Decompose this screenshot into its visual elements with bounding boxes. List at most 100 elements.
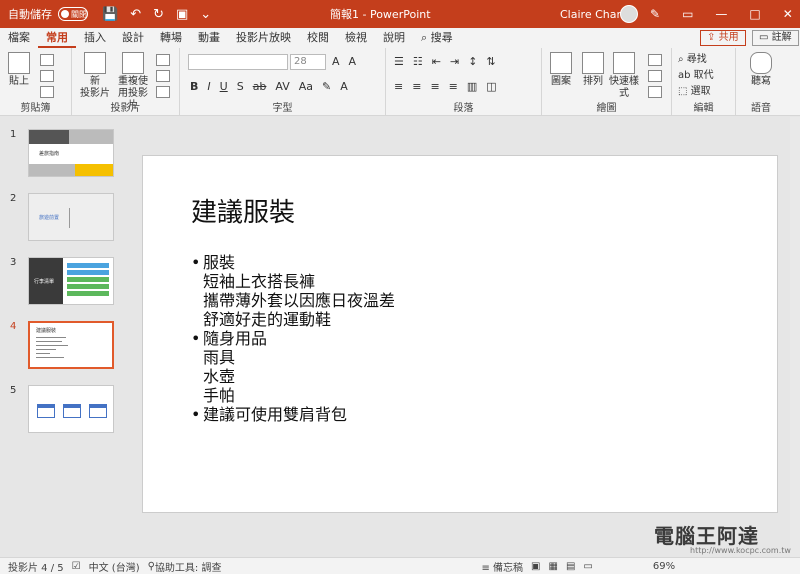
thumb-band-yellow: [75, 164, 113, 176]
highlight-icon[interactable]: ✎: [322, 80, 331, 93]
reset-icon[interactable]: [156, 70, 170, 82]
bullets-icon[interactable]: ☰: [394, 55, 404, 68]
ribbon-display-icon[interactable]: ▭: [682, 7, 693, 21]
shape-outline-icon[interactable]: [648, 70, 662, 82]
accessibility-status[interactable]: 協助工具: 調查: [155, 559, 222, 574]
shrink-font-icon[interactable]: A: [349, 55, 357, 68]
save-icon[interactable]: 💾: [102, 7, 118, 22]
pen-icon[interactable]: ✎: [650, 7, 660, 21]
share-icon: ⇪: [707, 32, 716, 43]
slide-thumbnail-4[interactable]: 建議服裝: [28, 321, 114, 369]
shape-effects-icon[interactable]: [648, 86, 662, 98]
smartart-icon[interactable]: ◫: [486, 80, 496, 93]
format-painter-icon[interactable]: [40, 86, 54, 98]
document-title: 簡報1 - PowerPoint: [330, 8, 431, 21]
spellcheck-icon[interactable]: ☑: [72, 561, 81, 572]
numbering-icon[interactable]: ☷: [413, 55, 423, 68]
close-icon[interactable]: ✕: [783, 7, 793, 21]
tab-slideshow[interactable]: 投影片放映: [228, 28, 299, 48]
font-name-input[interactable]: [188, 54, 288, 70]
slideshow-view-icon[interactable]: ▭: [583, 561, 592, 572]
italic-icon[interactable]: I: [207, 80, 210, 93]
justify-icon[interactable]: ≡: [449, 80, 458, 93]
language-status[interactable]: 中文 (台灣): [89, 559, 140, 574]
autosave-label: 自動儲存: [8, 8, 52, 21]
tab-transitions[interactable]: 轉場: [152, 28, 190, 48]
tab-help[interactable]: 說明: [375, 28, 413, 48]
reading-view-icon[interactable]: ▤: [566, 561, 575, 572]
tab-review[interactable]: 校閱: [299, 28, 337, 48]
increase-indent-icon[interactable]: ⇥: [450, 55, 459, 68]
paste-button[interactable]: 貼上: [6, 52, 32, 88]
zoom-level[interactable]: 69%: [653, 561, 675, 572]
thumb-number: 1: [10, 129, 17, 140]
share-button[interactable]: ⇪ 共用: [700, 30, 746, 46]
find-button[interactable]: ⌕ 尋找: [678, 52, 714, 68]
layout-icon[interactable]: [156, 54, 170, 66]
minimize-icon[interactable]: —: [715, 7, 727, 21]
change-case-icon[interactable]: Aa: [299, 80, 313, 93]
align-right-icon[interactable]: ≡: [430, 80, 439, 93]
vertical-scrollbar[interactable]: [790, 117, 800, 557]
redo-icon[interactable]: ↻: [153, 7, 164, 22]
undo-icon[interactable]: ↶: [130, 7, 141, 22]
slide-thumbnail-1[interactable]: 差旅指南: [28, 129, 114, 177]
dictate-button[interactable]: 聽寫: [746, 52, 776, 88]
tab-home[interactable]: 常用: [38, 28, 76, 48]
align-left-icon[interactable]: ≡: [394, 80, 403, 93]
customize-toolbar-icon[interactable]: ⌄: [200, 7, 211, 22]
ribbon-tabs: 檔案 常用 插入 設計 轉場 動畫 投影片放映 校閱 檢視 說明 ⌕ 搜尋 ⇪ …: [0, 28, 800, 48]
font-size-input[interactable]: 28: [290, 54, 326, 70]
autosave-toggle[interactable]: 關閉: [58, 7, 88, 21]
current-slide[interactable]: 建議服裝 • 服裝 短袖上衣搭長褲 攜帶薄外套以因應日夜溫差 舒適好走的運動鞋 •…: [142, 155, 778, 513]
line-spacing-icon[interactable]: ↕: [468, 55, 477, 68]
slide-body[interactable]: • 服裝 短袖上衣搭長褲 攜帶薄外套以因應日夜溫差 舒適好走的運動鞋 • 隨身用品 …: [191, 253, 395, 424]
tab-insert[interactable]: 插入: [76, 28, 114, 48]
new-slide-button[interactable]: 新 投影片: [78, 52, 112, 100]
underline-icon[interactable]: U: [220, 80, 228, 93]
shadow-icon[interactable]: S: [237, 80, 244, 93]
thumb-bar: [67, 270, 109, 275]
arrange-button[interactable]: 排列: [578, 52, 608, 88]
thumb-title: 旅遊前置: [39, 215, 60, 221]
slide-thumbnail-3[interactable]: 行李清單: [28, 257, 114, 305]
thumb-number: 2: [10, 193, 17, 204]
select-button[interactable]: ⬚ 選取: [678, 84, 714, 100]
text-direction-icon[interactable]: ⇅: [486, 55, 495, 68]
slide-thumbnail-5[interactable]: [28, 385, 114, 433]
normal-view-icon[interactable]: ▣: [531, 561, 540, 572]
sub-item: 攜帶薄外套以因應日夜溫差: [203, 291, 396, 310]
cut-icon[interactable]: [40, 54, 54, 66]
bold-icon[interactable]: B: [190, 80, 198, 93]
maximize-icon[interactable]: □: [749, 7, 760, 21]
sub-item: 短袖上衣搭長褲: [203, 272, 316, 291]
tab-search[interactable]: ⌕ 搜尋: [413, 28, 461, 48]
section-icon[interactable]: [156, 86, 170, 98]
columns-icon[interactable]: ▥: [467, 80, 477, 93]
quick-styles-button[interactable]: 快速樣 式: [608, 52, 640, 100]
grow-font-icon[interactable]: A: [332, 55, 340, 68]
replace-button[interactable]: ab 取代: [678, 68, 714, 84]
bullet-item: • 建議可使用雙肩背包: [191, 405, 395, 424]
tab-file[interactable]: 檔案: [0, 28, 38, 48]
tab-animations[interactable]: 動畫: [190, 28, 228, 48]
shape-fill-icon[interactable]: [648, 54, 662, 66]
char-spacing-icon[interactable]: AV: [275, 80, 289, 93]
align-center-icon[interactable]: ≡: [412, 80, 421, 93]
slide-thumbnail-2[interactable]: 旅遊前置: [28, 193, 114, 241]
avatar[interactable]: [620, 5, 638, 23]
search-icon: ⌕: [421, 31, 431, 44]
copy-icon[interactable]: [40, 70, 54, 82]
comment-button[interactable]: ▭ 註解: [752, 30, 799, 46]
slide-sorter-icon[interactable]: ▦: [549, 561, 558, 572]
decrease-indent-icon[interactable]: ⇤: [432, 55, 441, 68]
notes-button[interactable]: ≡ 備忘稿: [481, 559, 523, 574]
thumb-bar: [67, 277, 109, 282]
start-slideshow-icon[interactable]: ▣: [176, 7, 188, 22]
shapes-button[interactable]: 圖案: [546, 52, 576, 88]
tab-design[interactable]: 設計: [114, 28, 152, 48]
tab-view[interactable]: 檢視: [337, 28, 375, 48]
strikethrough-icon[interactable]: ab: [253, 80, 267, 93]
slide-title[interactable]: 建議服裝: [191, 192, 295, 229]
font-color-icon[interactable]: A: [340, 80, 348, 93]
